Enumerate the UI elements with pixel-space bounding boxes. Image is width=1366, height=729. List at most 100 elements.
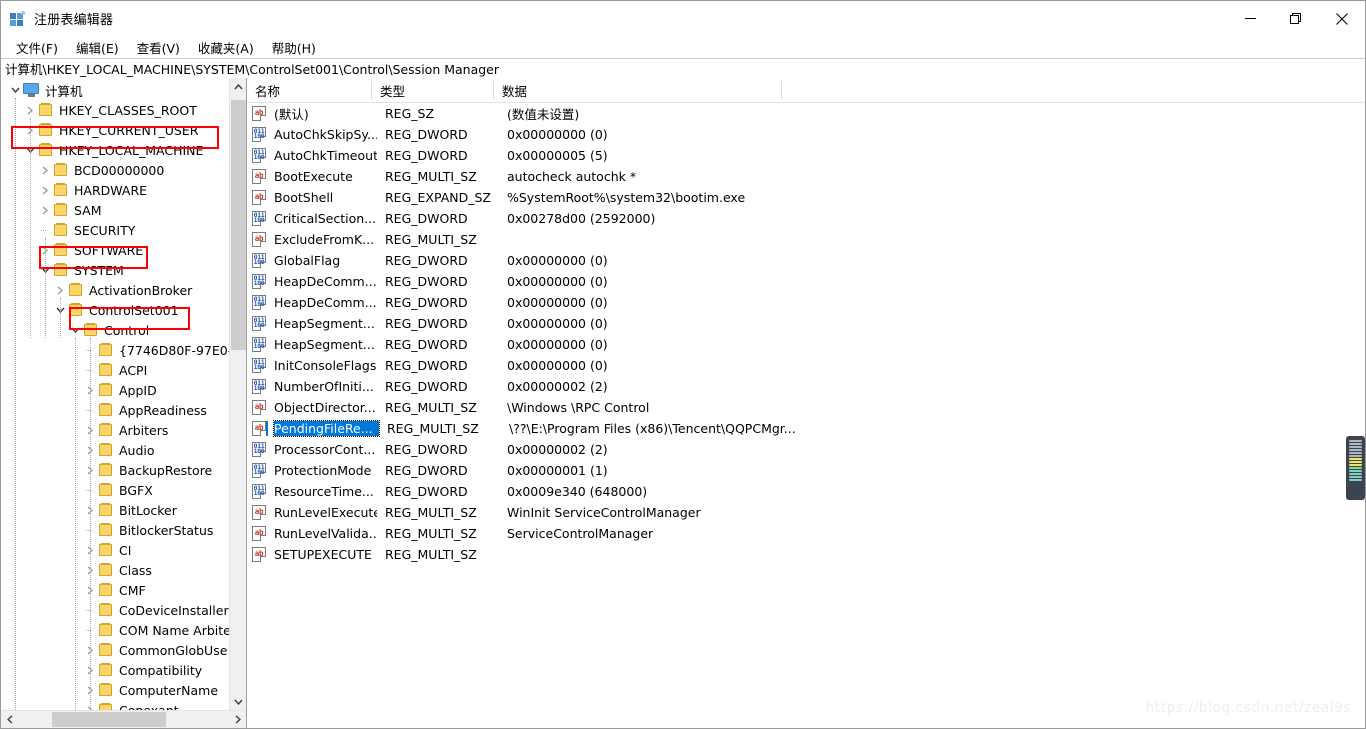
tree-node-backuprestore[interactable]: BackupRestore <box>1 460 229 480</box>
tree-scroll-down-button[interactable] <box>230 693 246 710</box>
column-header-type[interactable]: 类型 <box>372 78 494 102</box>
tree-node-controlset001[interactable]: ControlSet001 <box>1 300 229 320</box>
menu-file[interactable]: 文件(F) <box>7 36 67 59</box>
table-row[interactable]: ab ExcludeFromK... REG_MULTI_SZ <box>247 229 1365 250</box>
tree-vertical-scrollbar[interactable] <box>229 78 246 710</box>
tree-node-commonglobuse[interactable]: CommonGlobUse <box>1 640 229 660</box>
tree-node-bitlockerstatus[interactable]: BitlockerStatus <box>1 520 229 540</box>
tree-node-bcd00000000[interactable]: BCD00000000 <box>1 160 229 180</box>
tree-node-computername[interactable]: ComputerName <box>1 680 229 700</box>
chevron-right-icon[interactable] <box>37 180 53 200</box>
value-type-cell: REG_MULTI_SZ <box>385 400 477 415</box>
table-row[interactable]: ab ObjectDirector... REG_MULTI_SZ \Windows … <box>247 397 1365 418</box>
tree-node-7746d80f-97e0-4[interactable]: {7746D80F-97E0-4 <box>1 340 229 360</box>
tree-node-com-name-arbite[interactable]: COM Name Arbite <box>1 620 229 640</box>
menu-favorites[interactable]: 收藏夹(A) <box>189 36 263 59</box>
tree-node-cmf[interactable]: CMF <box>1 580 229 600</box>
table-row[interactable]: 011 100 HeapDeComm... REG_DWORD 0x00000000 (… <box>247 292 1365 313</box>
table-row[interactable]: ab BootExecute REG_MULTI_SZ autocheck autoc… <box>247 166 1365 187</box>
folder-icon <box>98 643 114 657</box>
tree-node-acpi[interactable]: ACPI <box>1 360 229 380</box>
tree-node-class[interactable]: Class <box>1 560 229 580</box>
folder-icon <box>98 703 114 710</box>
tree-node-control[interactable]: Control <box>1 320 229 340</box>
tree-scroll-up-button[interactable] <box>230 78 246 95</box>
tree-node-sam[interactable]: SAM <box>1 200 229 220</box>
tree-node-bitlocker[interactable]: BitLocker <box>1 500 229 520</box>
table-row[interactable]: 011 100 AutoChkSkipSy... REG_DWORD 0x0000000… <box>247 124 1365 145</box>
tree-node-hkey-current-user[interactable]: HKEY_CURRENT_USER <box>1 120 229 140</box>
tree-node-appid[interactable]: AppID <box>1 380 229 400</box>
folder-icon <box>98 423 114 437</box>
table-row[interactable]: 011 100 HeapSegment... REG_DWORD 0x00000000 … <box>247 334 1365 355</box>
table-row[interactable]: ab BootShell REG_EXPAND_SZ %SystemRoot%\sys… <box>247 187 1365 208</box>
tree-node-compatibility[interactable]: Compatibility <box>1 660 229 680</box>
folder-icon <box>53 163 69 177</box>
tree-node-hkey-local-machine[interactable]: HKEY_LOCAL_MACHINE <box>1 140 229 160</box>
tree-node-ci[interactable]: CI <box>1 540 229 560</box>
menu-view[interactable]: 查看(V) <box>128 36 189 59</box>
chevron-down-icon[interactable] <box>67 320 83 340</box>
tree-node-security[interactable]: SECURITY <box>1 220 229 240</box>
tree-node-codeviceinstallers[interactable]: CoDeviceInstallers <box>1 600 229 620</box>
value-type-cell: REG_DWORD <box>385 253 468 268</box>
table-row[interactable]: 011 100 AutoChkTimeout REG_DWORD 0x00000005 … <box>247 145 1365 166</box>
table-row[interactable]: ab (默认) REG_SZ (数值未设置) <box>247 103 1365 124</box>
tree-hscrollbar-thumb[interactable] <box>52 712 166 727</box>
value-name-cell: CriticalSection... <box>274 211 377 226</box>
column-header-name[interactable]: 名称 <box>247 78 372 102</box>
table-row[interactable]: 011 100 ResourceTime... REG_DWORD 0x0009e340… <box>247 481 1365 502</box>
tree-node-activationbroker[interactable]: ActivationBroker <box>1 280 229 300</box>
tree-scrollbar-thumb[interactable] <box>231 100 246 350</box>
table-row[interactable]: 011 100 InitConsoleFlags REG_DWORD 0x0000000… <box>247 355 1365 376</box>
menu-help[interactable]: 帮助(H) <box>263 36 325 59</box>
tree-node-system[interactable]: SYSTEM <box>1 260 229 280</box>
folder-icon <box>38 103 54 117</box>
chevron-right-icon[interactable] <box>37 160 53 180</box>
close-button[interactable] <box>1319 1 1365 36</box>
chevron-right-icon[interactable] <box>22 100 38 120</box>
tree-node-label: ACPI <box>119 362 148 378</box>
table-row[interactable]: 011 100 NumberOfIniti... REG_DWORD 0x0000000… <box>247 376 1365 397</box>
tree-horizontal-scrollbar[interactable] <box>1 710 246 728</box>
chevron-right-icon[interactable] <box>52 280 68 300</box>
table-row[interactable]: 011 100 CriticalSection... REG_DWORD 0x00278… <box>247 208 1365 229</box>
table-row[interactable]: ab RunLevelExecute REG_MULTI_SZ WinInit Ser… <box>247 502 1365 523</box>
tree-hscroll-track[interactable] <box>18 711 229 728</box>
computer-icon <box>23 83 40 97</box>
tree-node-arbiters[interactable]: Arbiters <box>1 420 229 440</box>
tree-node-appreadiness[interactable]: AppReadiness <box>1 400 229 420</box>
dword-value-icon: 011 100 <box>252 484 266 499</box>
value-type-cell: REG_SZ <box>385 106 435 121</box>
chevron-down-icon <box>233 699 243 705</box>
watermark: https://blog.csdn.net/zeal9s <box>1145 700 1351 716</box>
table-row[interactable]: 011 100 HeapSegment... REG_DWORD 0x00000000 … <box>247 313 1365 334</box>
chevron-right-icon[interactable] <box>37 200 53 220</box>
value-name-cell: InitConsoleFlags <box>274 358 377 373</box>
table-row[interactable]: 011 100 ProcessorCont... REG_DWORD 0x0000000… <box>247 439 1365 460</box>
minimize-button[interactable] <box>1227 1 1273 36</box>
tree-node-conexant[interactable]: Conexant <box>1 700 229 710</box>
table-row[interactable]: 011 100 HeapDeComm... REG_DWORD 0x00000000 (… <box>247 271 1365 292</box>
tree-node-label: HKEY_CURRENT_USER <box>59 122 199 138</box>
column-header-data[interactable]: 数据 <box>494 78 782 102</box>
tree-scroll-left-button[interactable] <box>1 711 18 728</box>
table-row[interactable]: ab RunLevelValida... REG_MULTI_SZ ServiceCo… <box>247 523 1365 544</box>
table-row[interactable]: 011 100 GlobalFlag REG_DWORD 0x00000000 (0) <box>247 250 1365 271</box>
tree-scroll-right-button[interactable] <box>229 711 246 728</box>
table-row[interactable]: ab SETUPEXECUTE REG_MULTI_SZ <box>247 544 1365 565</box>
tree-node-label: SAM <box>74 202 102 218</box>
table-row[interactable]: 011 100 ProtectionMode REG_DWORD 0x00000001 … <box>247 460 1365 481</box>
maximize-button[interactable] <box>1273 1 1319 36</box>
address-bar[interactable]: 计算机\HKEY_LOCAL_MACHINE\SYSTEM\ControlSet… <box>1 58 1365 79</box>
tree-node-bgfx[interactable]: BGFX <box>1 480 229 500</box>
tree-node-label: BCD00000000 <box>74 162 165 178</box>
chevron-down-icon[interactable] <box>7 80 23 100</box>
menu-edit[interactable]: 编辑(E) <box>67 36 128 59</box>
tree-node-software[interactable]: SOFTWARE <box>1 240 229 260</box>
tree-node-hardware[interactable]: HARDWARE <box>1 180 229 200</box>
tree-node-audio[interactable]: Audio <box>1 440 229 460</box>
table-row[interactable]: ab PendingFileRe... REG_MULTI_SZ \??\E:\Pro… <box>247 418 1365 439</box>
tree-node-hkey-classes-root[interactable]: HKEY_CLASSES_ROOT <box>1 100 229 120</box>
tree-node-[interactable]: 计算机 <box>1 80 229 100</box>
